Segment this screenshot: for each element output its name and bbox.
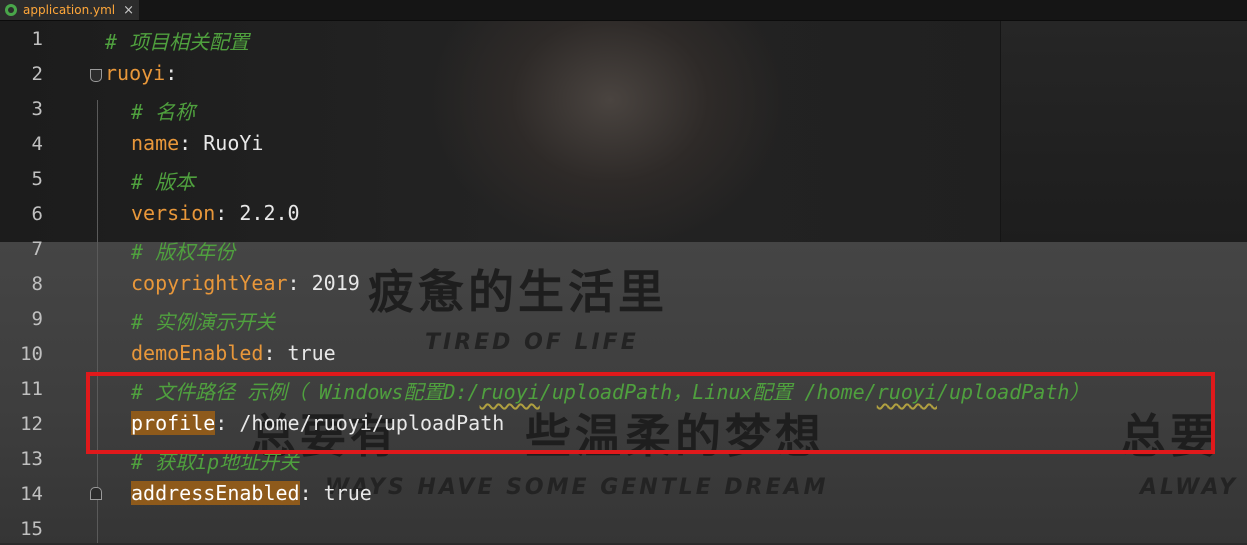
code-line[interactable]: 5 # 版本 (0, 160, 1247, 195)
code-editor[interactable]: 1 # 项目相关配置 2 ruoyi: 3 # 名称 4 name: RuoYi… (0, 20, 1247, 543)
yaml-entry: version: 2.2.0 (131, 201, 300, 225)
line-number: 11 (20, 378, 43, 400)
yaml-file-icon (5, 4, 17, 16)
yaml-comment: # 项目相关配置 (105, 30, 250, 54)
line-number: 12 (20, 413, 43, 435)
yaml-value: 2019 (299, 271, 360, 295)
fold-end-icon[interactable] (90, 487, 102, 500)
annotation-highlight-box (86, 372, 1215, 454)
line-number: 15 (20, 518, 43, 540)
code-line[interactable]: 15 (0, 510, 1247, 545)
line-number: 6 (31, 203, 43, 225)
yaml-key: demoEnabled (131, 341, 264, 365)
line-number: 5 (31, 168, 43, 190)
yaml-key: copyrightYear (131, 271, 288, 295)
line-number: 9 (31, 308, 43, 330)
yaml-key: version (131, 201, 216, 225)
yaml-value: true (275, 341, 336, 365)
yaml-colon: : (299, 481, 312, 505)
line-number: 14 (20, 483, 43, 505)
yaml-key-highlighted: addressEnabled (131, 481, 300, 505)
yaml-value: 2.2.0 (227, 201, 300, 225)
code-line[interactable]: 8 copyrightYear: 2019 (0, 265, 1247, 300)
line-number: 7 (31, 238, 43, 260)
code-line[interactable]: 14 addressEnabled: true (0, 475, 1247, 510)
code-line[interactable]: 3 # 名称 (0, 90, 1247, 125)
tab-application-yml[interactable]: application.yml × (0, 0, 139, 20)
yaml-colon: : (165, 61, 178, 85)
yaml-comment: # 版权年份 (131, 240, 236, 264)
yaml-colon: : (215, 201, 228, 225)
yaml-key: name (131, 131, 180, 155)
yaml-entry: name: RuoYi (131, 131, 263, 155)
yaml-key: ruoyi (105, 61, 166, 85)
yaml-entry: demoEnabled: true (131, 341, 336, 365)
code-line[interactable]: 4 name: RuoYi (0, 125, 1247, 160)
code-line[interactable]: 2 ruoyi: (0, 55, 1247, 90)
line-number: 4 (31, 133, 43, 155)
yaml-comment: # 实例演示开关 (131, 310, 276, 334)
yaml-value: true (311, 481, 372, 505)
code-line[interactable]: 1 # 项目相关配置 (0, 20, 1247, 55)
close-tab-icon[interactable]: × (123, 3, 134, 18)
code-line[interactable]: 9 # 实例演示开关 (0, 300, 1247, 335)
code-line[interactable]: 7 # 版权年份 (0, 230, 1247, 265)
code-line[interactable]: 6 version: 2.2.0 (0, 195, 1247, 230)
line-number: 2 (31, 63, 43, 85)
yaml-comment: # 名称 (131, 100, 196, 124)
line-number: 13 (20, 448, 43, 470)
fold-collapse-icon[interactable] (90, 69, 102, 82)
yaml-entry: ruoyi: (105, 61, 177, 85)
editor-tab-bar: application.yml × (0, 0, 1247, 21)
line-number: 8 (31, 273, 43, 295)
yaml-colon: : (287, 271, 300, 295)
tab-label: application.yml (23, 3, 116, 17)
yaml-colon: : (179, 131, 192, 155)
line-number: 1 (31, 28, 43, 50)
line-number: 3 (31, 98, 43, 120)
yaml-colon: : (263, 341, 276, 365)
yaml-entry: addressEnabled: true (131, 481, 372, 505)
yaml-entry: copyrightYear: 2019 (131, 271, 360, 295)
yaml-value: RuoYi (191, 131, 264, 155)
yaml-comment: # 版本 (131, 170, 196, 194)
line-number: 10 (20, 343, 43, 365)
code-line[interactable]: 10 demoEnabled: true (0, 335, 1247, 370)
